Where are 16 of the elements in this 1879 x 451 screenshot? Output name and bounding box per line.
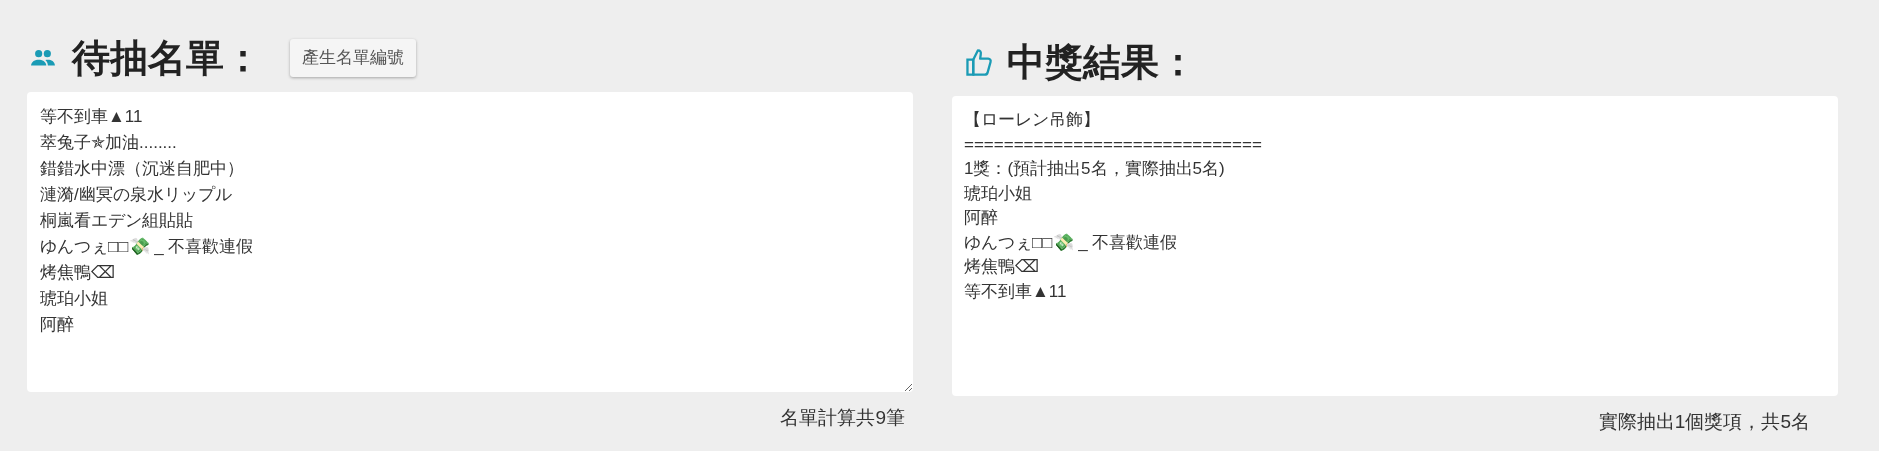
result-line: 等不到車▲11	[964, 280, 1068, 303]
generate-numbers-button[interactable]: 產生名單編號	[290, 39, 416, 77]
result-line: 【ローレン吊飾】	[964, 109, 1101, 131]
result-line: 阿醉	[964, 207, 999, 229]
result-line: ==============================	[964, 133, 1263, 156]
result-line: 1獎：(預計抽出5名，實際抽出5名)	[964, 158, 1226, 180]
result-line: 烤焦鴨⌫	[964, 256, 1040, 278]
result-line: ゆんつぇ□□💸 _ 不喜歡連假	[964, 231, 1179, 254]
section-title: 待抽名單：	[72, 39, 262, 77]
result-summary: 實際抽出1個獎項，共5名	[1598, 410, 1810, 434]
thumbs-up-icon	[965, 47, 993, 77]
people-icon	[30, 48, 56, 68]
result-line: 琥珀小姐	[964, 182, 1033, 205]
list-count: 名單計算共9筆	[780, 406, 905, 430]
section-title: 中獎結果：	[1007, 43, 1197, 81]
name-list-field[interactable]: 等不到車▲11 萃兔子✯加油........ 錯錯水中漂（沉迷自肥中） 漣漪/幽冥の泉水リップル 桐嵐看エデン組貼貼 ゆんつぇ□□💸 _ 不喜歡連假 烤焦鴨⌫ 琥珀小姐 阿醉	[27, 92, 913, 392]
